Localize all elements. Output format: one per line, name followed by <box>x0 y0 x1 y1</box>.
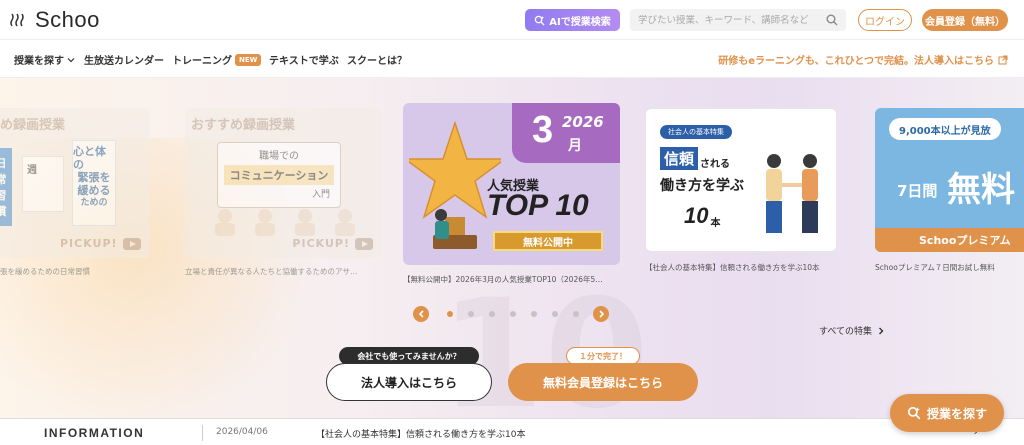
schoo-logo-icon <box>10 13 24 27</box>
memo-card: 週 <box>22 156 64 212</box>
nav-item-text-learning[interactable]: テキストで学ぶ <box>269 52 339 67</box>
banner-top: 9,000本以上が見放 <box>889 118 1001 140</box>
nav-item-label: スクーとは？ <box>347 56 407 67</box>
ai-search-icon <box>534 15 545 26</box>
site-header: Schoo AIで授業検索 ログイン 会員登録（無料） <box>0 0 1024 40</box>
nav-item-find-classes[interactable]: 授業を探す <box>14 52 75 67</box>
corporate-signup-button[interactable]: 法人導入はこちら <box>326 363 492 401</box>
slide-heading: おすすめ録画授業 <box>191 118 296 133</box>
hero-carousel: 10 め録画授業 日 常 習 慣 週 心と体の 緊張を 緩める ための PICK… <box>0 78 1024 418</box>
slide-caption: Schooプレミアム７日間お試し無料 <box>875 263 995 272</box>
free-signup-button[interactable]: 無料会員登録はこちら <box>508 363 698 401</box>
carousel-prev-button[interactable] <box>413 306 429 322</box>
slide-caption: 立場と責任が異なる人たちと協働するためのアサ… <box>185 267 358 276</box>
all-features-label: すべての特集 <box>818 327 872 337</box>
floating-search-label: 授業を探す <box>926 406 987 421</box>
information-bar[interactable]: INFORMATION 2026/04/06 【社会人の基本特集】信頼される働き… <box>0 418 1024 445</box>
chevron-down-icon <box>67 57 75 62</box>
feature-headline: 信頼 される <box>660 147 730 170</box>
ai-search-label: AIで授業検索 <box>549 16 611 28</box>
information-date: 2026/04/06 <box>216 427 268 437</box>
carousel-dot[interactable] <box>468 311 474 317</box>
external-link-icon <box>998 54 1008 65</box>
slide-card: め録画授業 日 常 習 慣 週 心と体の 緊張を 緩める ための PICKUP! <box>0 108 150 258</box>
floating-search-button[interactable]: 授業を探す <box>890 394 1004 432</box>
logo[interactable]: Schoo <box>10 7 100 32</box>
slide-card: おすすめ録画授業 職場での コミュニケーション 入門 PICKUP! <box>185 108 381 258</box>
ai-search-button[interactable]: AIで授業検索 <box>525 9 620 31</box>
feature-tag: 社会人の基本特集 <box>660 125 732 139</box>
chevron-left-icon <box>418 310 424 318</box>
handshake-illustration <box>766 154 818 233</box>
carousel-slide[interactable]: おすすめ録画授業 職場での コミュニケーション 入門 PICKUP! 立場と責任… <box>185 108 381 276</box>
slide-card: 社会人の基本特集 信頼 される 働き方を学ぶ 10 本 <box>645 108 837 252</box>
all-features-link[interactable]: すべての特集 <box>819 324 884 337</box>
slide-caption: 【無料公開中】2026年3月の人気授業TOP10（2026年5… <box>403 275 603 284</box>
nav-item-label: 生放送カレンダー <box>84 56 164 67</box>
carousel-dot[interactable] <box>531 311 537 317</box>
slide-heading: め録画授業 <box>0 118 66 133</box>
ai-search-icon <box>907 406 921 420</box>
nav-item-live-calendar[interactable]: 生放送カレンダー <box>84 52 164 67</box>
chevron-right-icon <box>598 310 604 318</box>
login-button[interactable]: ログイン <box>858 9 912 31</box>
carousel-slide[interactable]: め録画授業 日 常 習 慣 週 心と体の 緊張を 緩める ための PICKUP!… <box>0 108 150 276</box>
feature-headline-line2: 働き方を学ぶ <box>660 178 744 194</box>
slide-caption: 張を緩めるための日常習慣 <box>0 267 90 276</box>
carousel-dot[interactable] <box>510 311 516 317</box>
carousel-slide-active[interactable]: 3 2026 月 人気授業 TOP 10 無料公開中 【無料公開中】2026年3… <box>403 103 620 284</box>
search-box[interactable] <box>630 9 846 31</box>
corporate-promo-link[interactable]: 研修もeラーニングも、これひとつで完結。法人導入はこちら <box>718 52 1008 67</box>
play-icon <box>122 237 141 250</box>
feature-count: 10 本 <box>684 203 721 229</box>
free-ribbon: 無料公開中 <box>493 231 603 251</box>
slide-caption: 【社会人の基本特集】信頼される働き方を学ぶ10本 <box>645 263 820 272</box>
speech-board: 職場での コミュニケーション 入門 <box>217 142 341 208</box>
search-input[interactable] <box>638 14 826 26</box>
play-icon <box>355 237 373 250</box>
slide-title: TOP 10 <box>487 189 589 222</box>
information-text[interactable]: 【社会人の基本特集】信頼される働き方を学ぶ10本 <box>316 427 525 440</box>
main-nav: 授業を探す 生放送カレンダー トレーニング NEW テキストで学ぶ スクーとは？… <box>0 40 1024 78</box>
search-icon[interactable] <box>826 14 838 26</box>
nav-item-label: トレーニング <box>172 56 232 67</box>
new-badge: NEW <box>235 53 262 66</box>
carousel-dot[interactable] <box>447 311 453 317</box>
month-banner: 3 2026 月 <box>512 103 620 163</box>
carousel-next-button[interactable] <box>593 306 609 322</box>
logo-text: Schoo <box>35 7 100 32</box>
nav-item-label: テキストで学ぶ <box>269 56 339 67</box>
premium-footer: Schooプレミアム <box>875 228 1024 252</box>
pickup-badge: PICKUP! <box>60 237 141 250</box>
slide-card: 9,000本以上が見放 7日間 無料 Schooプレミアム <box>875 108 1024 252</box>
free-big-label: 無料 <box>947 170 1015 210</box>
divider <box>202 425 203 441</box>
nav-item-label: 授業を探す <box>14 56 64 67</box>
carousel-slide[interactable]: 9,000本以上が見放 7日間 無料 Schooプレミアム Schooプレミアム… <box>875 108 1024 272</box>
nav-item-about[interactable]: スクーとは？ <box>347 52 407 67</box>
carousel-dot[interactable] <box>489 311 495 317</box>
chevron-right-icon <box>879 327 884 334</box>
carousel-dot[interactable] <box>573 311 579 317</box>
people-illustration <box>215 209 355 236</box>
information-heading: INFORMATION <box>44 426 145 440</box>
carousel-slide[interactable]: 社会人の基本特集 信頼 される 働き方を学ぶ 10 本 【社会人の基本特集】信頼… <box>645 108 837 272</box>
promo-label: 研修もeラーニングも、これひとつで完結。法人導入はこちら <box>718 56 994 67</box>
trial-days: 7日間 <box>897 182 938 200</box>
signup-button[interactable]: 会員登録（無料） <box>922 9 1008 31</box>
pickup-badge: PICKUP! <box>292 237 373 250</box>
book-cover: 心と体の 緊張を 緩める ための <box>72 140 116 226</box>
slide-card: 3 2026 月 人気授業 TOP 10 無料公開中 <box>403 103 620 265</box>
book-spine: 日 常 習 慣 <box>0 148 12 226</box>
nav-item-training[interactable]: トレーニング NEW <box>172 52 262 67</box>
carousel-dot[interactable] <box>552 311 558 317</box>
